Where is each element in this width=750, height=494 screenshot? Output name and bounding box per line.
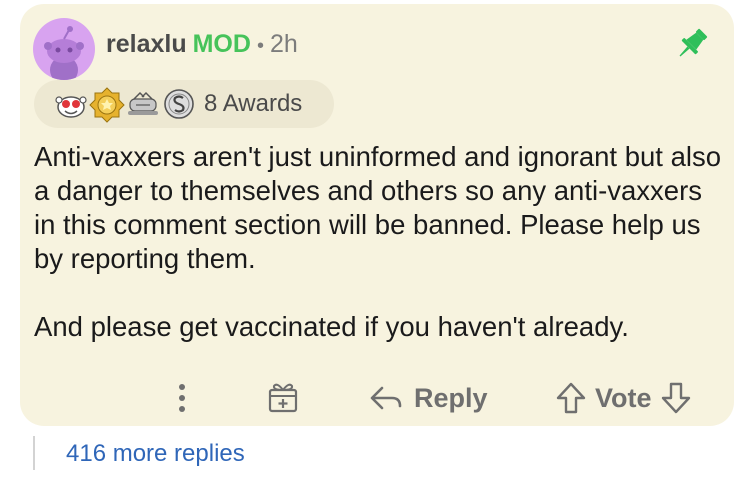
user-avatar[interactable] bbox=[33, 18, 95, 80]
comment-body: Anti-vaxxers aren't just uninformed and … bbox=[34, 140, 724, 344]
more-replies-link[interactable]: 416 more replies bbox=[66, 440, 245, 468]
snoo-avatar-icon bbox=[44, 26, 84, 80]
award-helpful-icon bbox=[128, 91, 158, 115]
award-silver-icon bbox=[164, 89, 194, 119]
vote-group: Vote bbox=[555, 376, 692, 420]
mod-badge: MOD bbox=[192, 30, 251, 58]
awards-bar[interactable]: 8 Awards bbox=[34, 80, 334, 128]
thread-line[interactable] bbox=[33, 436, 35, 470]
timestamp: 2h bbox=[269, 30, 298, 58]
upvote-icon[interactable] bbox=[555, 381, 587, 415]
awards-count: 8 Awards bbox=[204, 90, 303, 117]
more-options-icon[interactable] bbox=[170, 376, 194, 420]
comment-paragraph: Anti-vaxxers aren't just uninformed and … bbox=[34, 141, 722, 274]
username-link[interactable]: relaxlu bbox=[106, 30, 187, 59]
downvote-icon[interactable] bbox=[660, 381, 692, 415]
reply-label: Reply bbox=[414, 382, 488, 413]
pin-icon bbox=[679, 28, 708, 57]
comment-paragraph: And please get vaccinated if you haven't… bbox=[34, 311, 629, 342]
award-gold-icon bbox=[89, 87, 125, 123]
comment-card: relaxlu MOD • 2h 8 Awards Anti-vaxxers a… bbox=[20, 4, 734, 426]
comment-header: relaxlu MOD • 2h bbox=[106, 30, 298, 59]
reply-arrow-icon bbox=[370, 386, 402, 410]
reply-button[interactable]: Reply bbox=[368, 376, 488, 420]
award-wholesome-icon bbox=[55, 96, 87, 118]
separator-dot: • bbox=[256, 35, 264, 57]
comment-actions: Reply Vote bbox=[20, 376, 734, 420]
gift-icon[interactable] bbox=[266, 380, 300, 414]
vote-label: Vote bbox=[595, 382, 652, 413]
